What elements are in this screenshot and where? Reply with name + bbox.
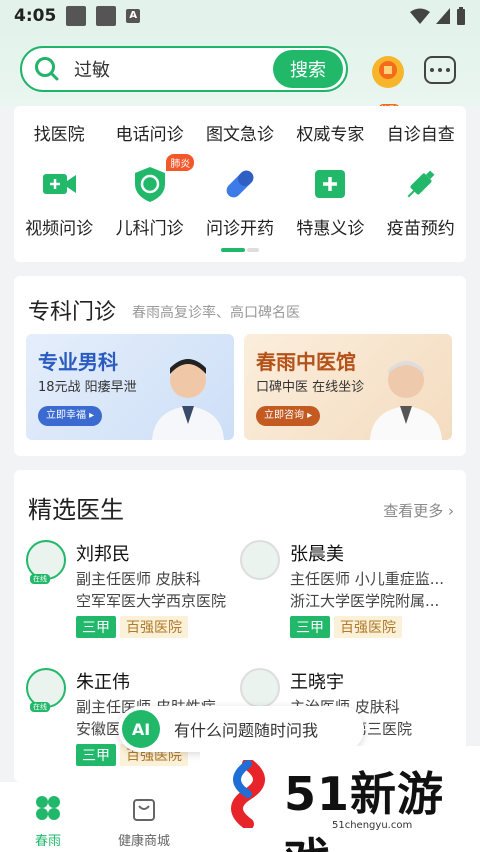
banner-title: 春雨中医馆 <box>256 350 356 374</box>
page-indicator <box>221 248 259 252</box>
service-label: 儿科门诊 <box>115 219 184 239</box>
status-time: 4:05 <box>14 6 57 26</box>
ai-prompt: 有什么问题随时问我 <box>174 721 319 740</box>
banner-andrology[interactable]: 专业男科 18元战 阳痿早泄 立即幸福 ▸ <box>26 334 234 440</box>
tier-tag: 三甲 <box>290 616 330 638</box>
message-icon[interactable] <box>424 56 456 84</box>
battery-icon <box>457 7 465 25</box>
doctor-name: 朱正伟 <box>76 672 130 693</box>
banner-tcm[interactable]: 春雨中医馆 口碑中医 在线坐诊 立即咨询 ▸ <box>244 334 452 440</box>
service-vaccine[interactable]: 疫苗预约 <box>376 164 466 239</box>
tab-label: 健康商城 <box>117 834 170 849</box>
doctor-hospital: 浙江大学医学院附属... <box>290 592 440 610</box>
service-text-emergency[interactable]: 图文急诊 <box>195 120 285 145</box>
service-label: 视频问诊 <box>25 219 94 239</box>
service-self-check[interactable]: 自诊自查 <box>376 120 466 145</box>
wifi-icon <box>410 8 430 24</box>
doctor-card[interactable]: 在线 刘邦民 副主任医师 皮肤科 空军军医大学西京医院 三甲 百强医院 <box>26 540 246 650</box>
pediatric-shield-icon <box>134 167 165 202</box>
specialty-subtitle: 春雨高复诊率、高口碑名医 <box>132 305 300 321</box>
search-button[interactable]: 搜索 <box>273 50 343 88</box>
service-expert[interactable]: 权威专家 <box>285 120 375 145</box>
doctor-title: 副主任医师 皮肤科 <box>76 570 201 588</box>
app-notification-icon: A <box>126 9 141 23</box>
tier-tag: 三甲 <box>76 744 116 766</box>
watermark-url: 51chengyu.com <box>332 820 413 831</box>
top-hospital-tag: 百强医院 <box>120 616 188 638</box>
tab-home[interactable]: 春雨 <box>28 794 68 849</box>
doctor-name: 张晨美 <box>290 544 344 565</box>
shopping-bag-icon <box>133 799 155 821</box>
services-card: 找医院 电话问诊 图文急诊 权威专家 自诊自查 视频问诊 肺炎 儿科门诊 问诊开… <box>14 106 466 262</box>
banner-cta[interactable]: 立即幸福 ▸ <box>38 406 103 426</box>
service-label: 疫苗预约 <box>386 219 455 239</box>
service-label: 特惠义诊 <box>296 219 365 239</box>
sign-in-icon[interactable] <box>370 54 406 90</box>
tab-label: 春雨 <box>34 834 61 849</box>
service-pediatrics[interactable]: 肺炎 儿科门诊 <box>104 154 195 239</box>
medical-kit-icon <box>315 170 346 198</box>
service-find-hospital[interactable]: 找医院 <box>14 120 104 145</box>
services-row-bottom: 视频问诊 肺炎 儿科门诊 问诊开药 特惠义诊 疫苗预约 <box>14 154 466 239</box>
doctor-card[interactable]: 张晨美 主任医师 小儿重症监... 浙江大学医学院附属... 三甲 百强医院 <box>240 540 460 650</box>
tier-tag: 三甲 <box>76 616 116 638</box>
services-row-top: 找医院 电话问诊 图文急诊 权威专家 自诊自查 <box>14 120 466 145</box>
status-bar: 4:05 A <box>0 0 480 32</box>
avatar <box>240 668 280 708</box>
service-phone-consult[interactable]: 电话问诊 <box>104 120 194 145</box>
doctor-photo <box>370 361 442 440</box>
online-badge: 在线 <box>30 574 50 584</box>
video-call-icon <box>43 174 77 194</box>
doctor-hospital: 空军军医大学西京医院 <box>76 592 227 610</box>
online-badge: 在线 <box>30 702 50 712</box>
doctor-name: 刘邦民 <box>76 544 130 565</box>
banner-cta[interactable]: 立即咨询 ▸ <box>256 406 321 426</box>
doctor-hospital: 第三医院 <box>352 720 413 738</box>
service-video-consult[interactable]: 视频问诊 <box>14 164 104 239</box>
service-label: 问诊开药 <box>205 219 274 239</box>
doctor-title: 主任医师 小儿重症监... <box>290 570 445 588</box>
doctors-title: 精选医生 <box>28 496 124 524</box>
notification-icon <box>66 6 87 26</box>
signal-icon <box>436 8 450 24</box>
top-hospital-tag: 百强医院 <box>334 616 402 638</box>
banner-desc: 口碑中医 在线坐诊 <box>256 380 365 395</box>
banner-desc: 18元战 阳痿早泄 <box>38 380 137 395</box>
header: 过敏 搜索 签到 <box>0 32 480 115</box>
banner-title: 专业男科 <box>38 350 118 374</box>
pneumonia-badge: 肺炎 <box>166 154 195 171</box>
avatar <box>240 540 280 580</box>
watermark-logo-icon <box>231 760 265 828</box>
search-icon <box>35 57 59 81</box>
watermark-brand: 51新游戏 <box>284 767 445 852</box>
syringe-icon <box>407 170 435 198</box>
specialty-card: 专科门诊 春雨高复诊率、高口碑名医 专业男科 18元战 阳痿早泄 立即幸福 ▸ … <box>14 276 466 456</box>
pill-capsule-icon <box>226 170 254 198</box>
search-bar[interactable]: 过敏 搜索 <box>20 46 348 92</box>
notification-icon <box>96 6 117 26</box>
service-free-clinic[interactable]: 特惠义诊 <box>285 164 375 239</box>
clover-icon <box>36 796 60 820</box>
view-more-link[interactable]: 查看更多 › <box>383 500 454 521</box>
search-input[interactable]: 过敏 <box>74 56 273 82</box>
specialty-title: 专科门诊 <box>28 300 117 325</box>
tab-health-mall[interactable]: 健康商城 <box>114 794 174 849</box>
doctor-name: 王晓宇 <box>290 672 344 693</box>
doctor-photo <box>152 359 224 440</box>
ai-icon: AI <box>122 710 160 748</box>
watermark: 51新游戏 51chengyu.com <box>200 746 480 852</box>
service-prescription[interactable]: 问诊开药 <box>195 164 285 239</box>
